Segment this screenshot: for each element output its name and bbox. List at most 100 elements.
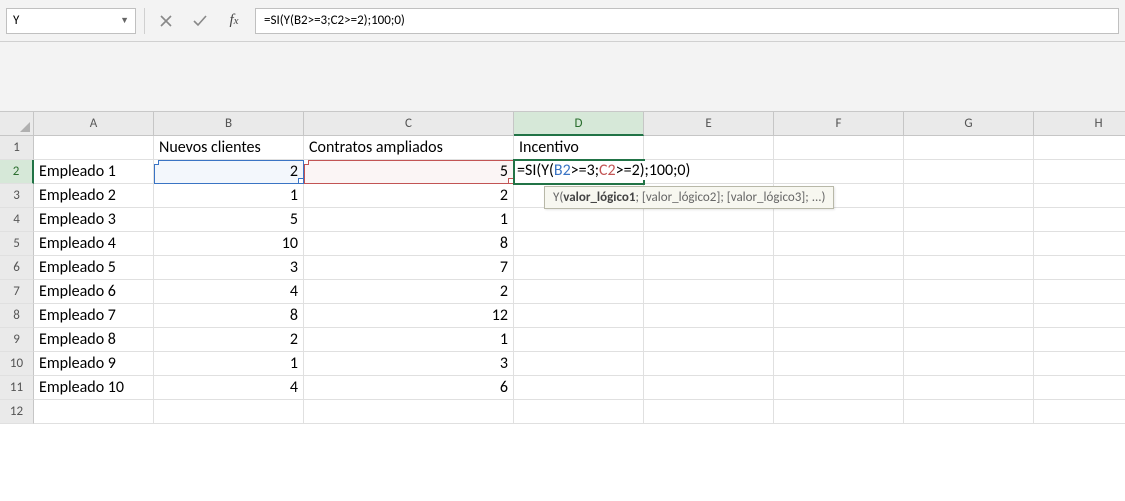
cell-D4[interactable]	[514, 208, 644, 232]
cell-B2[interactable]: 2	[154, 160, 304, 184]
cell-D11[interactable]	[514, 376, 644, 400]
column-header-G[interactable]: G	[904, 112, 1034, 136]
cell-D7[interactable]	[514, 280, 644, 304]
cell-G2[interactable]	[904, 160, 1034, 184]
cell-D5[interactable]	[514, 232, 644, 256]
cell-E9[interactable]	[644, 328, 774, 352]
cell-A11[interactable]: Empleado 10	[34, 376, 154, 400]
column-header-C[interactable]: C	[304, 112, 514, 136]
cell-C12[interactable]	[304, 400, 514, 424]
cell-C6[interactable]: 7	[304, 256, 514, 280]
cell-G8[interactable]	[904, 304, 1034, 328]
cell-B4[interactable]: 5	[154, 208, 304, 232]
column-header-B[interactable]: B	[154, 112, 304, 136]
cell-H11[interactable]	[1034, 376, 1125, 400]
cell-F10[interactable]	[774, 352, 904, 376]
cell-G6[interactable]	[904, 256, 1034, 280]
cell-D10[interactable]	[514, 352, 644, 376]
cell-H2[interactable]	[1034, 160, 1125, 184]
cell-G3[interactable]	[904, 184, 1034, 208]
cell-B3[interactable]: 1	[154, 184, 304, 208]
cell-B5[interactable]: 10	[154, 232, 304, 256]
fx-icon[interactable]: fx	[221, 8, 247, 34]
cell-H5[interactable]	[1034, 232, 1125, 256]
cell-D2[interactable]: =SI(Y(B2>=3;C2>=2);100;0)Y(valor_lógico1…	[514, 160, 644, 184]
cell-E11[interactable]	[644, 376, 774, 400]
cell-C1[interactable]: Contratos ampliados	[304, 136, 514, 160]
cell-G1[interactable]	[904, 136, 1034, 160]
cell-G11[interactable]	[904, 376, 1034, 400]
cell-F12[interactable]	[774, 400, 904, 424]
cell-H6[interactable]	[1034, 256, 1125, 280]
cell-G7[interactable]	[904, 280, 1034, 304]
row-header-10[interactable]: 10	[0, 352, 34, 376]
cell-E5[interactable]	[644, 232, 774, 256]
cell-D6[interactable]	[514, 256, 644, 280]
cell-E4[interactable]	[644, 208, 774, 232]
cell-H4[interactable]	[1034, 208, 1125, 232]
row-header-11[interactable]: 11	[0, 376, 34, 400]
cell-F9[interactable]	[774, 328, 904, 352]
column-header-D[interactable]: D	[514, 112, 644, 136]
row-header-6[interactable]: 6	[0, 256, 34, 280]
cell-C10[interactable]: 3	[304, 352, 514, 376]
cell-C8[interactable]: 12	[304, 304, 514, 328]
cell-F8[interactable]	[774, 304, 904, 328]
cell-B7[interactable]: 4	[154, 280, 304, 304]
cell-H7[interactable]	[1034, 280, 1125, 304]
cell-A4[interactable]: Empleado 3	[34, 208, 154, 232]
cell-G12[interactable]	[904, 400, 1034, 424]
column-header-H[interactable]: H	[1034, 112, 1125, 136]
row-header-3[interactable]: 3	[0, 184, 34, 208]
cell-A9[interactable]: Empleado 8	[34, 328, 154, 352]
confirm-icon[interactable]	[187, 8, 213, 34]
cell-H1[interactable]	[1034, 136, 1125, 160]
row-header-9[interactable]: 9	[0, 328, 34, 352]
cell-F2[interactable]	[774, 160, 904, 184]
cell-H8[interactable]	[1034, 304, 1125, 328]
cell-A6[interactable]: Empleado 5	[34, 256, 154, 280]
cell-A1[interactable]	[34, 136, 154, 160]
cell-B10[interactable]: 1	[154, 352, 304, 376]
cell-G5[interactable]	[904, 232, 1034, 256]
select-all-corner[interactable]	[0, 112, 34, 136]
name-box[interactable]: Y ▼	[6, 8, 136, 34]
cell-A12[interactable]	[34, 400, 154, 424]
cell-G9[interactable]	[904, 328, 1034, 352]
row-header-8[interactable]: 8	[0, 304, 34, 328]
column-header-F[interactable]: F	[774, 112, 904, 136]
cell-B11[interactable]: 4	[154, 376, 304, 400]
cell-F6[interactable]	[774, 256, 904, 280]
cell-E10[interactable]	[644, 352, 774, 376]
column-header-A[interactable]: A	[34, 112, 154, 136]
cell-C2[interactable]: 5	[304, 160, 514, 184]
cell-E12[interactable]	[644, 400, 774, 424]
chevron-down-icon[interactable]: ▼	[120, 15, 129, 26]
cell-A7[interactable]: Empleado 6	[34, 280, 154, 304]
cell-A10[interactable]: Empleado 9	[34, 352, 154, 376]
cell-B9[interactable]: 2	[154, 328, 304, 352]
cell-F4[interactable]	[774, 208, 904, 232]
cell-F11[interactable]	[774, 376, 904, 400]
cell-G4[interactable]	[904, 208, 1034, 232]
cell-H9[interactable]	[1034, 328, 1125, 352]
cell-C11[interactable]: 6	[304, 376, 514, 400]
cell-B12[interactable]	[154, 400, 304, 424]
cell-E1[interactable]	[644, 136, 774, 160]
cell-D1[interactable]: Incentivo	[514, 136, 644, 160]
cell-D12[interactable]	[514, 400, 644, 424]
cell-edit-content[interactable]: =SI(Y(B2>=3;C2>=2);100;0)	[517, 161, 694, 180]
row-header-7[interactable]: 7	[0, 280, 34, 304]
row-header-2[interactable]: 2	[0, 160, 34, 184]
cell-C3[interactable]: 2	[304, 184, 514, 208]
cell-H10[interactable]	[1034, 352, 1125, 376]
cell-A2[interactable]: Empleado 1	[34, 160, 154, 184]
cell-C4[interactable]: 1	[304, 208, 514, 232]
cell-A5[interactable]: Empleado 4	[34, 232, 154, 256]
row-header-5[interactable]: 5	[0, 232, 34, 256]
cell-E8[interactable]	[644, 304, 774, 328]
cell-F7[interactable]	[774, 280, 904, 304]
cell-F5[interactable]	[774, 232, 904, 256]
cell-A8[interactable]: Empleado 7	[34, 304, 154, 328]
row-header-1[interactable]: 1	[0, 136, 34, 160]
